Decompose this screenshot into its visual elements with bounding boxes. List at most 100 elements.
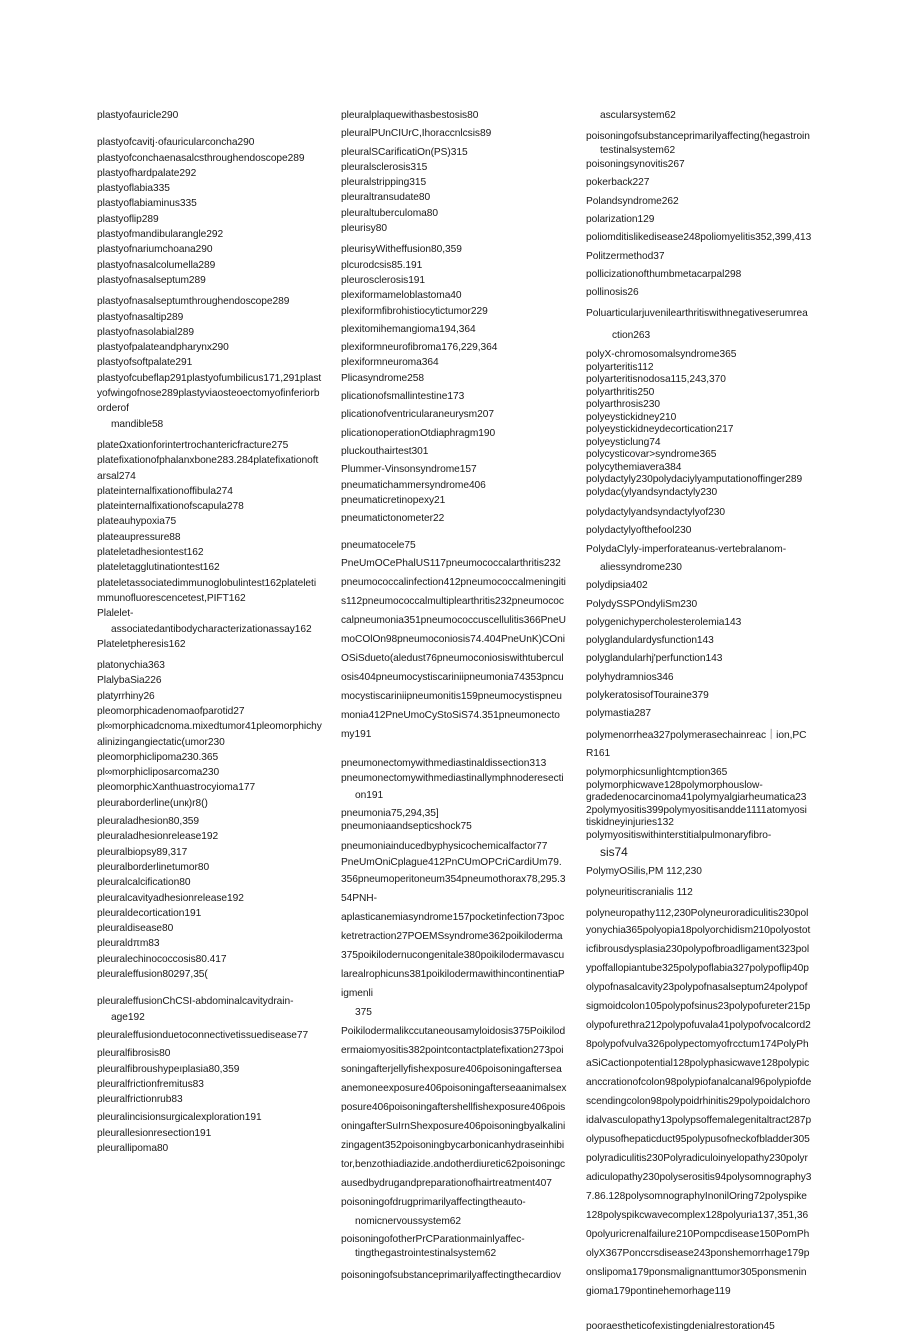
index-entry: larealrophicuns381poikilodermawithincont…: [341, 968, 565, 980]
index-entry: age192: [111, 1011, 145, 1023]
index-entry: polyarteritis112: [586, 361, 654, 373]
index-entry: plateinternalfixationofscapula278: [97, 501, 244, 513]
index-entry: pokerback227: [586, 177, 650, 189]
index-entry: pleuraldπm83: [97, 938, 160, 950]
index-entry: polygenichypercholesterolemia143: [586, 616, 742, 628]
index-entry: polydactylyandsyndactylyof230: [586, 507, 725, 519]
index-entry: oningafterSuIrnShexposure406poisoningbya…: [341, 1120, 566, 1132]
index-entry: pleurallipoma80: [97, 1143, 169, 1154]
index-entry: plateaupressure88: [97, 531, 181, 543]
index-entry: plexiformneurofibroma176,229,364: [341, 342, 498, 354]
index-entry: mocystiscariniipneumonitis159pneumocysti…: [341, 690, 562, 702]
index-entry: plastyoflabiaminus335: [97, 198, 197, 210]
index-entry: polydactylyofthefool230: [586, 525, 692, 537]
index-entry: adiculopathy230polyserositis94polysomnog…: [586, 1172, 812, 1184]
index-entry: my191: [341, 728, 372, 740]
index-entry: Polandsyndrome262: [586, 195, 679, 207]
index-entry: plateletassociatedimmunoglobulintest162p…: [97, 577, 317, 589]
index-entry: 375poikilodernucongenitale380poikiloderm…: [341, 949, 565, 961]
index-page: plastyofauricle290 plastyofcavitj·ofauric…: [0, 0, 920, 1332]
index-entry: Plateletpheresis162: [97, 638, 186, 650]
index-entry: ermaiomyositis382pointcontactplatefixati…: [341, 1044, 564, 1056]
index-entry: gioma179pontinehemorhage119: [586, 1286, 731, 1298]
index-entry: plexiformameloblastoma40: [341, 290, 462, 302]
index-entry: nomicnervoussystem62: [355, 1215, 462, 1227]
index-entry: orderof: [97, 403, 129, 415]
index-entry: ypoffallopiantube325polypoflabia327polyp…: [586, 963, 809, 975]
index-entry: polyX-chromosomalsyndrome365: [586, 349, 737, 361]
index-entry: pleuralborderlinetumor80: [97, 861, 210, 873]
index-entry: plateauhypoxia75: [97, 516, 177, 528]
index-entry: pleuraborderline(unк)r8(): [97, 797, 208, 809]
index-entry: pollinosis26: [586, 287, 639, 299]
index-entry: Plicasyndrome258: [341, 372, 425, 384]
index-entry: polydac(ylyandsyndactyly230: [586, 486, 718, 498]
index-entry: arsal274: [97, 470, 136, 482]
index-entry: anemoneexposure406poisoningafterseaanima…: [341, 1082, 567, 1094]
index-entry: platyrrhiny26: [97, 690, 155, 702]
index-entry: pleuraldecortication191: [97, 907, 202, 919]
index-entry: yonychia365polyopia18polyorchidism210pol…: [586, 925, 811, 937]
index-entry: polymorphicwave128polymorphouslow-: [586, 779, 763, 791]
index-entry: pleuralincisionsurgicalexploration191: [97, 1112, 262, 1124]
index-entry: pneumoniainducedbyphysicochemicalfactor7…: [341, 841, 548, 853]
index-entry: polydactyly230polydaciylyamputationoffin…: [586, 474, 803, 486]
index-entry: pleuralPUnCIUrC,Ihoraccnlcsis89: [341, 128, 492, 140]
index-entry: plastyofnasolabial289: [97, 326, 194, 338]
index-entry: pleurisy80: [341, 223, 387, 235]
index-entry: polyglandulardysfunction143: [586, 635, 714, 647]
index-entry: pleuraladhesion80,359: [97, 816, 200, 828]
index-entry: polyeysticlung74: [586, 436, 661, 448]
index-entry: moCOlOn98pneumoconiosis74.404PneUnK)COni: [341, 633, 565, 645]
index-entry: plicationofventricularaneurysm207: [341, 409, 494, 421]
index-entry: Plalelet-: [97, 608, 134, 620]
index-entry: pleuralechinococcosis80.417: [97, 953, 227, 965]
index-column-1: plastyofauricle290 plastyofcavitj·ofauric…: [97, 108, 337, 1156]
index-entry: PolydySSPOndyliSm230: [586, 598, 698, 610]
index-column-2: pleuralplaquewithasbestosis80 pleuralPUnC…: [341, 108, 581, 1283]
index-entry: plastyofcubeflap291plastyofumbilicus171,…: [97, 372, 322, 384]
index-entry: poisoningofsubstanceprimarilyaffecting(h…: [586, 131, 810, 143]
index-entry: plateletadhesiontest162: [97, 547, 204, 559]
index-entry: plicationofsmallintestine173: [341, 391, 465, 403]
index-entry: poisoningofdrugprimarilyaffectingtheauto…: [341, 1196, 526, 1208]
index-entry: soningafterjellyfishexposure406poisoning…: [341, 1063, 562, 1075]
index-entry: Plummer-Vinsonsyndrome157: [341, 464, 477, 476]
index-entry: ketretraction27POEMSsyndrome362poikilode…: [341, 930, 563, 942]
index-entry: pleuraleffusion80297,35(: [97, 969, 208, 981]
index-entry: plateletagglutinationtest162: [97, 562, 220, 574]
index-entry: pl∞morphicadcnoma.mixedtumor41pleomorphi…: [97, 721, 322, 733]
index-entry: sis74: [600, 845, 628, 860]
index-entry: tiskidneyinjuries132: [586, 817, 674, 829]
index-entry: plastyoflip289: [97, 213, 159, 225]
index-entry: PlalybaSia226: [97, 675, 162, 687]
index-entry: idalvasculopathy13polypsoffemalegenitalt…: [586, 1115, 812, 1127]
index-entry: pneumatichammersyndrome406: [341, 479, 486, 491]
index-entry: scendingcolon98polypoidrhinitis29polypoi…: [586, 1096, 811, 1108]
index-entry: olyX367Ponccrsdisease243ponshemorrhage17…: [586, 1248, 810, 1260]
index-entry: pluckouthairtest301: [341, 445, 429, 457]
index-entry: pleuralsclerosis315: [341, 161, 428, 173]
index-entry: plateΩxationforintertrochantericfracture…: [97, 439, 289, 451]
index-entry: pleuralSCarificatiOn(PS)315: [341, 146, 468, 158]
index-entry: platefixationofphalanxbone283.284platefi…: [97, 455, 319, 467]
index-entry: tingthegastrointestinalsystem62: [355, 1248, 497, 1260]
index-entry: polyeystickidneydecortication217: [586, 424, 734, 436]
index-entry: R161: [586, 747, 611, 759]
index-entry: poisoningofsubstanceprimarilyaffectingth…: [341, 1269, 561, 1281]
index-entry: 356pneumoperitoneum354pneumothorax78,295…: [341, 873, 566, 885]
index-entry: polyhydramnios346: [586, 671, 674, 683]
index-entry: pleomorphiclipoma230.365: [97, 751, 219, 763]
index-entry: pleurosclerosis191: [341, 274, 426, 286]
index-entry: associatedantibodycharacterizationassay1…: [111, 623, 312, 635]
index-entry: olypusofhepaticduct95polypusofneckofblad…: [586, 1134, 810, 1146]
index-entry: pneumonectomywithmediastinallymphnoderes…: [341, 773, 564, 785]
index-entry: polyarthritis250: [586, 386, 655, 398]
index-entry: polycysticovar>syndrome365: [586, 449, 717, 461]
index-entry: pneumonia75,294,35]: [341, 808, 439, 820]
index-entry: pollicizationofthumbmetacarpal298: [586, 268, 742, 280]
index-entry: olypofurethra212polypofuvala41polypofvoc…: [586, 1020, 811, 1032]
index-entry: plastyofpalateandpharynx290: [97, 342, 229, 354]
index-entry: plastyofauricle290: [97, 110, 179, 121]
index-entry: 54PNH-: [341, 892, 377, 904]
